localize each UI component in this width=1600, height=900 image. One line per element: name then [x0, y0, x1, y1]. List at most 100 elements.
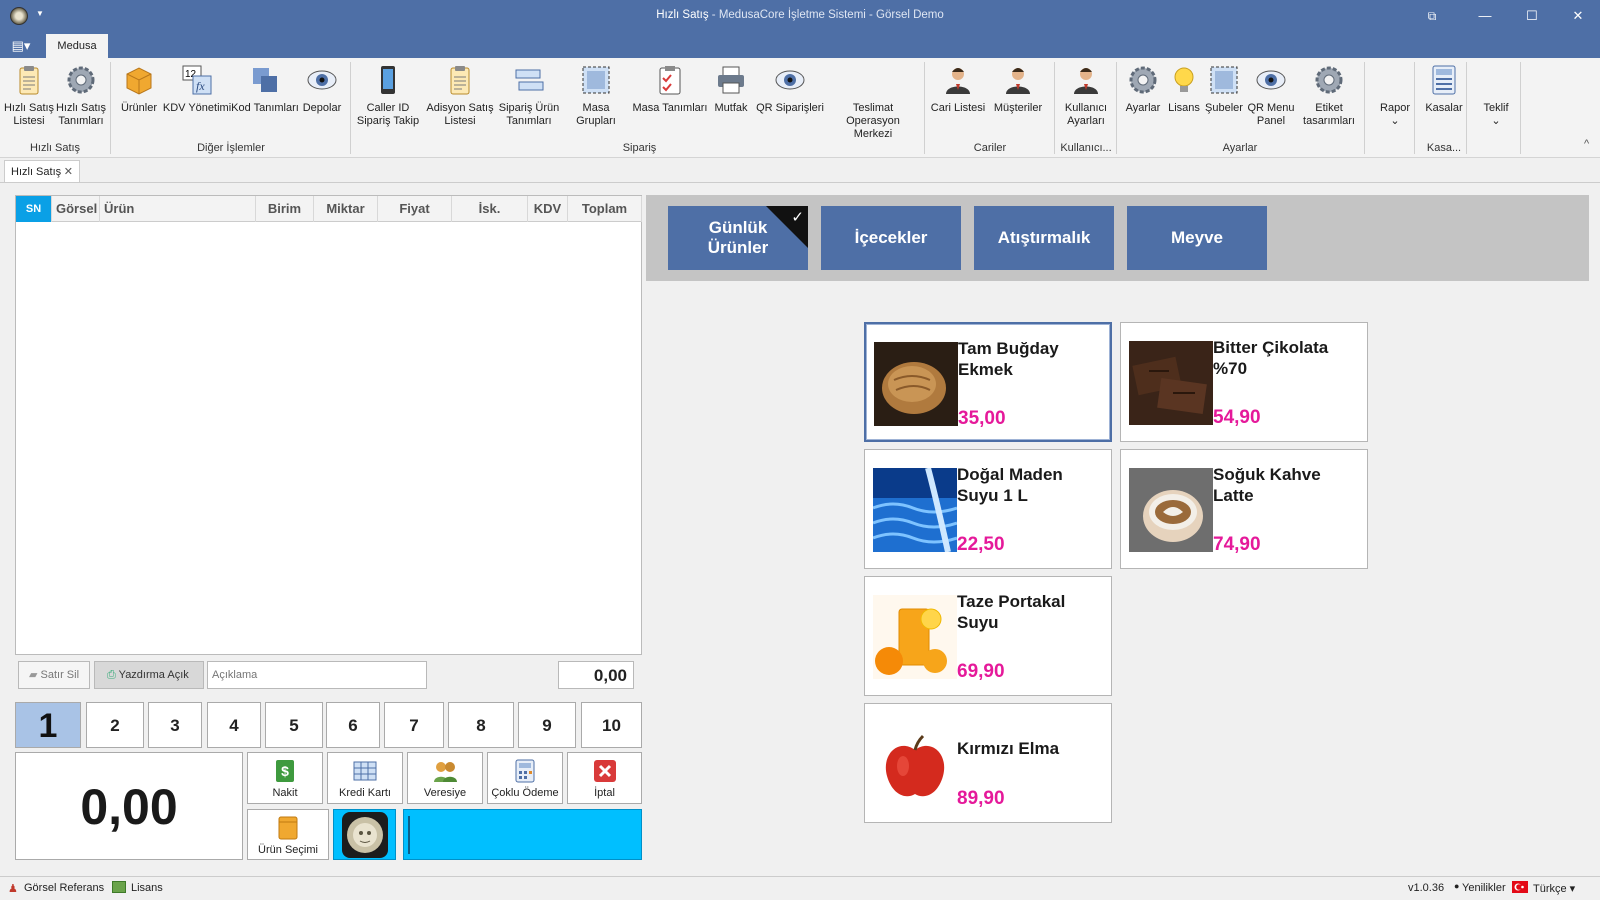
ribbon-button-1-3[interactable]: Depolar: [300, 64, 344, 115]
eye-icon: [774, 64, 806, 96]
grid-column-header[interactable]: KDV: [528, 196, 568, 222]
product-name: Doğal Maden Suyu 1 L: [957, 465, 1063, 505]
close-button[interactable]: ✕: [1563, 4, 1593, 28]
calculator-icon: [512, 758, 538, 784]
category-button[interactable]: İçecekler: [821, 206, 961, 270]
gear-icon: [1127, 64, 1159, 96]
table-number-button[interactable]: 10: [581, 702, 642, 748]
ribbon-button-1-2[interactable]: Kod Tanımları: [230, 64, 300, 115]
ribbon-button-2-2[interactable]: Sipariş Ürün Tanımları: [496, 64, 562, 128]
file-menu-icon[interactable]: ▤▾: [8, 36, 34, 56]
news-link[interactable]: Yenilikler: [1462, 882, 1506, 894]
multi-payment-button[interactable]: Çoklu Ödeme: [487, 752, 563, 804]
ribbon-group-separator: [1364, 62, 1365, 154]
veresiye-button[interactable]: Veresiye: [407, 752, 483, 804]
ribbon-button-2-4[interactable]: Masa Tanımları: [632, 64, 708, 115]
description-input[interactable]: [207, 661, 427, 689]
ribbon-group-separator: [350, 62, 351, 154]
maximize-button[interactable]: ☐: [1517, 4, 1547, 28]
product-name: Kırmızı Elma: [957, 739, 1060, 758]
grid-column-header[interactable]: İsk.: [452, 196, 528, 222]
ribbon-button-2-3[interactable]: Masa Grupları: [562, 64, 630, 128]
gear-icon: [1313, 64, 1345, 96]
print-toggle-button[interactable]: ⎙ Yazdırma Açık: [94, 661, 204, 689]
grid-column-header[interactable]: Miktar: [314, 196, 378, 222]
ribbon-button-5-2[interactable]: Şubeler: [1204, 64, 1244, 115]
ribbon-button-5-1[interactable]: Lisans: [1166, 64, 1202, 115]
ribbon-button-label: Müşteriler: [993, 102, 1043, 114]
quick-access-arrow-icon[interactable]: ▼: [36, 9, 44, 18]
ribbon-button-label: QR Menu Panel: [1247, 102, 1295, 127]
app-logo-icon[interactable]: [10, 7, 28, 25]
product-card[interactable]: Taze Portakal Suyu 69,90: [864, 576, 1112, 696]
ribbon-collapse-icon[interactable]: ^: [1584, 138, 1589, 150]
ribbon-button-2-1[interactable]: Adisyon Satış Listesi: [424, 64, 496, 128]
ribbon-button-label: Ürünler: [120, 102, 158, 114]
status-reference[interactable]: Görsel Referans: [24, 882, 104, 894]
restore-layout-icon[interactable]: ⧉: [1417, 4, 1447, 28]
product-name: Taze Portakal Suyu: [957, 592, 1066, 632]
grid-column-header[interactable]: Birim: [256, 196, 314, 222]
category-button[interactable]: Günlük Ürünler ✓: [668, 206, 808, 270]
cancel-button[interactable]: İptal: [567, 752, 642, 804]
product-card[interactable]: Soğuk Kahve Latte 74,90: [1120, 449, 1368, 569]
ribbon-button-5-4[interactable]: Etiket tasarımları: [1298, 64, 1360, 128]
list-icon: [513, 64, 545, 96]
ribbon-button-7-0[interactable]: Kasalar: [1416, 64, 1472, 115]
ribbon-group-caption: Kullanıcı...: [1060, 142, 1112, 154]
ribbon-button-4-0[interactable]: Kullanıcı Ayarları: [1056, 64, 1116, 128]
table-number-button[interactable]: 9: [518, 702, 576, 748]
ribbon-button-2-6[interactable]: QR Siparişleri: [754, 64, 826, 115]
ribbon-group-separator: [1466, 62, 1467, 154]
table-number-button[interactable]: 2: [86, 702, 144, 748]
table-number-button[interactable]: 1: [15, 702, 81, 748]
status-license[interactable]: Lisans: [131, 882, 163, 894]
ribbon-button-2-5[interactable]: Mutfak: [710, 64, 752, 115]
product-card[interactable]: Kırmızı Elma 89,90: [864, 703, 1112, 823]
category-button[interactable]: Meyve: [1127, 206, 1267, 270]
ribbon-button-0-1[interactable]: Hızlı Satış Tanımları: [50, 64, 112, 128]
product-card[interactable]: Bitter Çikolata %70 54,90: [1120, 322, 1368, 442]
table-number-button[interactable]: 6: [326, 702, 380, 748]
cash-icon: $: [272, 758, 298, 784]
product-card[interactable]: Doğal Maden Suyu 1 L 22,50: [864, 449, 1112, 569]
ribbon-button-2-0[interactable]: Caller ID Sipariş Takip: [354, 64, 422, 128]
ribbon-button-3-1[interactable]: Müşteriler: [990, 64, 1046, 115]
ribbon-button-1-1[interactable]: 12 fx KDV Yönetimi: [160, 64, 234, 115]
product-card[interactable]: Tam Buğday Ekmek 35,00: [864, 322, 1112, 442]
checkmark-icon: ✓: [791, 209, 804, 226]
ribbon-button-2-7[interactable]: Teslimat Operasyon Merkezi: [826, 64, 920, 141]
ribbon-button-5-3[interactable]: QR Menu Panel: [1246, 64, 1296, 128]
product-select-button[interactable]: Ürün Seçimi: [247, 809, 329, 860]
grid-column-header[interactable]: Toplam: [568, 196, 642, 222]
document-tab-hizli-satis[interactable]: Hızlı Satış ✕: [4, 160, 80, 182]
grid-column-header[interactable]: SN: [16, 196, 52, 222]
product-price: 69,90: [957, 661, 1005, 682]
cash-payment-button[interactable]: $ Nakit: [247, 752, 323, 804]
ribbon-button-1-0[interactable]: Ürünler: [118, 64, 160, 115]
sales-grid[interactable]: SN Görsel Ürün Birim Miktar Fiyat İsk. KDV Topla…: [15, 195, 642, 655]
delete-row-button[interactable]: ▰ Satır Sil: [18, 661, 90, 689]
grid-column-header[interactable]: Görsel: [52, 196, 100, 222]
ribbon-button-8-0[interactable]: Teklif ⌄: [1468, 64, 1524, 128]
license-icon: [112, 881, 126, 893]
grid-column-header[interactable]: Fiyat: [378, 196, 452, 222]
category-button[interactable]: Atıştırmalık: [974, 206, 1114, 270]
credit-card-button[interactable]: Kredi Kartı: [327, 752, 403, 804]
table-number-button[interactable]: 3: [148, 702, 202, 748]
close-tab-icon[interactable]: ✕: [64, 161, 73, 183]
medusa-logo-button[interactable]: [333, 809, 396, 860]
ribbon-group-separator: [1414, 62, 1415, 154]
table-number-button[interactable]: 4: [207, 702, 261, 748]
table-number-button[interactable]: 7: [384, 702, 444, 748]
ribbon-button-label: Kullanıcı Ayarları: [1064, 102, 1108, 127]
table-number-button[interactable]: 8: [448, 702, 514, 748]
ribbon-button-5-0[interactable]: Ayarlar: [1120, 64, 1166, 115]
table-number-button[interactable]: 5: [265, 702, 323, 748]
dropdown-arrow-icon: ⌄: [1390, 115, 1400, 127]
tab-medusa[interactable]: Medusa: [46, 34, 108, 58]
grid-column-header[interactable]: Ürün: [100, 196, 256, 222]
ribbon-button-3-0[interactable]: Cari Listesi: [928, 64, 988, 115]
language-select[interactable]: Türkçe ▾: [1533, 882, 1575, 895]
minimize-button[interactable]: —: [1470, 4, 1500, 28]
